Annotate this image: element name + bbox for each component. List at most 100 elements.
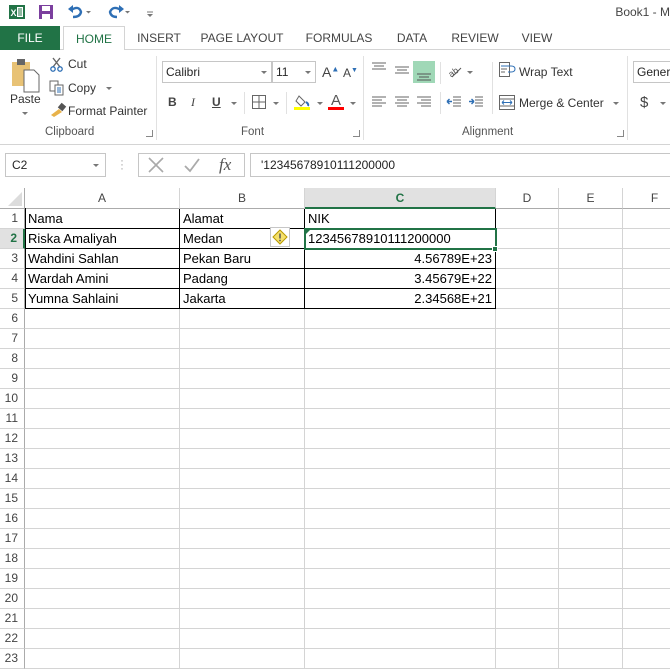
cancel-icon[interactable] xyxy=(147,157,165,176)
cell-b17[interactable] xyxy=(180,529,305,549)
row-header[interactable]: 20 xyxy=(0,589,25,609)
cell-c18[interactable] xyxy=(305,549,496,569)
cell-a19[interactable] xyxy=(25,569,180,589)
cell-b14[interactable] xyxy=(180,469,305,489)
row-header[interactable]: 7 xyxy=(0,329,25,349)
column-header-f[interactable]: F xyxy=(623,188,670,209)
cell-c9[interactable] xyxy=(305,369,496,389)
cell-f1[interactable] xyxy=(623,209,670,229)
merge-center-button[interactable]: Merge & Center xyxy=(519,96,604,110)
cell-d12[interactable] xyxy=(496,429,559,449)
increase-font-size-icon[interactable]: A▲ xyxy=(322,64,339,80)
decrease-font-size-icon[interactable]: A▼ xyxy=(343,66,358,80)
cell-e16[interactable] xyxy=(559,509,623,529)
font-color-dropdown-icon[interactable] xyxy=(350,102,356,105)
orientation-dropdown-icon[interactable] xyxy=(467,71,473,74)
cell-e14[interactable] xyxy=(559,469,623,489)
cell-b1[interactable]: Alamat xyxy=(180,209,305,229)
cell-e4[interactable] xyxy=(559,269,623,289)
cell-f2[interactable] xyxy=(623,229,670,249)
cell-d2[interactable] xyxy=(496,229,559,249)
align-center-icon[interactable] xyxy=(394,96,410,111)
cell-f13[interactable] xyxy=(623,449,670,469)
cell-b23[interactable] xyxy=(180,649,305,669)
column-header-e[interactable]: E xyxy=(559,188,623,209)
cell-f15[interactable] xyxy=(623,489,670,509)
cell-b6[interactable] xyxy=(180,309,305,329)
cell-a2[interactable]: Riska Amaliyah xyxy=(25,229,180,249)
cell-f9[interactable] xyxy=(623,369,670,389)
cell-c21[interactable] xyxy=(305,609,496,629)
cell-e18[interactable] xyxy=(559,549,623,569)
cell-e10[interactable] xyxy=(559,389,623,409)
merge-center-dropdown-icon[interactable] xyxy=(613,102,619,105)
tab-home[interactable]: HOME xyxy=(63,26,125,51)
cell-b10[interactable] xyxy=(180,389,305,409)
middle-align-icon[interactable] xyxy=(394,64,410,79)
cell-b8[interactable] xyxy=(180,349,305,369)
cell-d6[interactable] xyxy=(496,309,559,329)
cell-f18[interactable] xyxy=(623,549,670,569)
cell-e17[interactable] xyxy=(559,529,623,549)
tab-insert[interactable]: INSERT xyxy=(130,26,188,50)
cell-d8[interactable] xyxy=(496,349,559,369)
cell-f22[interactable] xyxy=(623,629,670,649)
cell-a17[interactable] xyxy=(25,529,180,549)
cell-c10[interactable] xyxy=(305,389,496,409)
cell-e21[interactable] xyxy=(559,609,623,629)
error-warning-button[interactable] xyxy=(270,227,290,247)
cell-c13[interactable] xyxy=(305,449,496,469)
cell-a14[interactable] xyxy=(25,469,180,489)
increase-indent-icon[interactable] xyxy=(468,96,484,111)
cell-a10[interactable] xyxy=(25,389,180,409)
cell-c22[interactable] xyxy=(305,629,496,649)
cell-a7[interactable] xyxy=(25,329,180,349)
row-header[interactable]: 6 xyxy=(0,309,25,329)
cell-e20[interactable] xyxy=(559,589,623,609)
cell-c6[interactable] xyxy=(305,309,496,329)
cell-e8[interactable] xyxy=(559,349,623,369)
row-header[interactable]: 11 xyxy=(0,409,25,429)
alignment-launcher-icon[interactable] xyxy=(617,130,624,137)
fill-color-dropdown-icon[interactable] xyxy=(317,102,323,105)
cell-d21[interactable] xyxy=(496,609,559,629)
cell-d9[interactable] xyxy=(496,369,559,389)
align-left-icon[interactable] xyxy=(371,96,387,111)
customize-qat-icon[interactable] xyxy=(145,3,155,24)
cell-f3[interactable] xyxy=(623,249,670,269)
currency-dropdown-icon[interactable] xyxy=(660,102,666,105)
insert-function-icon[interactable]: fx xyxy=(219,155,231,175)
cell-f23[interactable] xyxy=(623,649,670,669)
cell-b4[interactable]: Padang xyxy=(180,269,305,289)
tab-formulas[interactable]: FORMULAS xyxy=(300,26,378,50)
cell-f21[interactable] xyxy=(623,609,670,629)
paste-dropdown-icon[interactable] xyxy=(22,112,28,115)
tab-page-layout[interactable]: PAGE LAYOUT xyxy=(196,26,288,50)
cell-e13[interactable] xyxy=(559,449,623,469)
cell-f17[interactable] xyxy=(623,529,670,549)
cell-b22[interactable] xyxy=(180,629,305,649)
cell-f8[interactable] xyxy=(623,349,670,369)
cell-a23[interactable] xyxy=(25,649,180,669)
row-header[interactable]: 3 xyxy=(0,249,25,269)
bottom-align-button[interactable] xyxy=(413,61,435,83)
cell-f6[interactable] xyxy=(623,309,670,329)
italic-button[interactable]: I xyxy=(191,95,195,110)
cell-d13[interactable] xyxy=(496,449,559,469)
cell-d16[interactable] xyxy=(496,509,559,529)
tab-review[interactable]: REVIEW xyxy=(445,26,505,50)
cell-c5[interactable]: 2.34568E+21 xyxy=(305,289,496,309)
cell-d3[interactable] xyxy=(496,249,559,269)
row-header[interactable]: 19 xyxy=(0,569,25,589)
cell-c14[interactable] xyxy=(305,469,496,489)
cell-f16[interactable] xyxy=(623,509,670,529)
borders-dropdown-icon[interactable] xyxy=(273,102,279,105)
cell-c15[interactable] xyxy=(305,489,496,509)
font-launcher-icon[interactable] xyxy=(353,130,360,137)
cell-a6[interactable] xyxy=(25,309,180,329)
cell-b18[interactable] xyxy=(180,549,305,569)
number-format-combo[interactable]: Genera xyxy=(633,61,670,83)
redo-icon[interactable] xyxy=(106,3,132,24)
fill-handle[interactable] xyxy=(492,246,498,252)
cell-e5[interactable] xyxy=(559,289,623,309)
